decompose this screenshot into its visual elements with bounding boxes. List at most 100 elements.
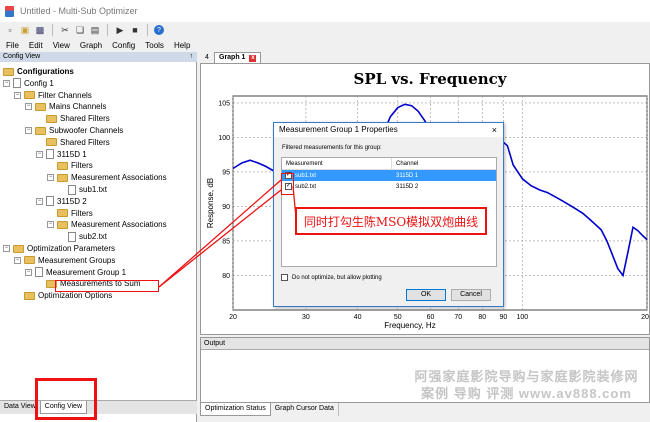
pin-icon[interactable]: ↑ [190,52,194,62]
y-tick-label: 80 [222,273,230,280]
tree-item[interactable]: − Measurement Group 1 [25,267,126,278]
document-icon [35,267,43,278]
tab-graph-1[interactable]: Graph 1 x [214,52,262,63]
menu-view[interactable]: View [53,41,70,50]
y-tick-label: 105 [218,100,230,107]
tree-item[interactable]: − Optimization Parameters [3,243,115,254]
expand-toggle-icon[interactable]: − [36,150,43,158]
ok-button[interactable]: OK [406,289,446,301]
x-tick-label: 200 [641,314,649,321]
toolbar: ▫ ▣ ▩ ✂ ❏ ▤ ▶ ■ ? [0,22,650,38]
x-tick-label: 20 [229,314,237,321]
copy-icon[interactable]: ❏ [74,24,86,36]
x-axis-label: Frequency, Hz [384,321,435,330]
measurement-name: sub1.txt [295,172,317,179]
expand-toggle-icon[interactable]: − [14,256,21,264]
column-measurement[interactable]: Measurement [282,158,392,169]
open-folder-icon[interactable]: ▣ [19,24,31,36]
tab-optimization-status[interactable]: Optimization Status [200,403,271,416]
folder-icon [35,126,46,135]
run-icon[interactable]: ▶ [114,24,126,36]
do-not-optimize-checkbox[interactable] [281,274,288,281]
tab-data-view[interactable]: Data View [0,401,40,414]
highlight-config-view-tab [35,378,97,420]
tree-item[interactable]: Configurations [3,66,74,77]
tree-item[interactable]: − 3115D 1 [36,149,87,160]
expand-toggle-icon[interactable]: − [25,268,32,276]
tab-scroll-arrow[interactable]: 4 [200,54,214,61]
tree-item[interactable]: − Subwoofer Channels [25,125,123,136]
do-not-optimize-option[interactable]: Do not optimize, but allow plotting [281,274,382,281]
close-icon[interactable]: x [249,54,257,62]
folder-icon [24,291,35,300]
folder-icon [57,161,68,170]
tree-item[interactable]: Shared Filters [36,113,110,124]
watermark-line-2: 案例 导购 评测 www.av888.com [421,386,632,401]
cut-icon[interactable]: ✂ [59,24,71,36]
x-tick-label: 40 [354,314,362,321]
paste-icon[interactable]: ▤ [89,24,101,36]
tree-item[interactable]: − 3115D 2 [36,196,87,207]
menu-edit[interactable]: Edit [29,41,43,50]
tree-item-label: Configurations [17,67,74,76]
cancel-button[interactable]: Cancel [451,289,491,301]
document-icon [46,196,54,207]
watermark-line-1: 阿强家庭影院导购与家庭影院装修网 [414,369,639,384]
tree-item[interactable]: − Measurement Groups [14,255,115,266]
expand-toggle-icon[interactable]: − [14,91,21,99]
tree-item[interactable]: − Mains Channels [25,101,106,112]
tree-item-label: Optimization Parameters [27,244,116,253]
expand-toggle-icon[interactable]: − [25,127,32,134]
tree-item[interactable]: Filters [47,208,93,219]
column-channel[interactable]: Channel [392,158,418,169]
tree-item[interactable]: sub2.txt [58,231,107,242]
graph-tab-strip: 4 Graph 1 x [200,52,650,63]
list-item[interactable]: ✓ sub2.txt 3115D 2 [282,181,496,192]
tab-graph-cursor-data[interactable]: Graph Cursor Data [271,403,339,416]
x-tick-label: 60 [427,314,435,321]
x-tick-label: 100 [517,314,529,321]
expand-toggle-icon[interactable]: − [3,245,10,252]
tree-item[interactable]: Shared Filters [36,137,110,148]
list-item[interactable]: ✓ sub1.txt 3115D 1 [282,170,496,181]
channel-name: 3115D 1 [396,172,419,179]
config-panel-tabs: Data View Config View [0,400,197,414]
title-bar: Untitled - Multi-Sub Optimizer [0,0,650,22]
folder-icon [46,114,57,123]
stop-icon[interactable]: ■ [129,24,141,36]
tree-item[interactable]: − Measurement Associations [47,219,167,230]
expand-toggle-icon[interactable]: − [36,197,43,205]
menu-config[interactable]: Config [112,41,135,50]
close-icon[interactable]: × [492,123,497,137]
menu-file[interactable]: File [6,41,19,50]
expand-toggle-icon[interactable]: − [3,79,10,87]
config-panel: Config View ↑ Configurations − Config 1− Fi… [0,52,197,422]
annotation-callout: 同时打勾生陈MSO模拟双炮曲线 [295,207,487,235]
tree-item-label: Filters [71,208,93,218]
tree-item-label: Measurement Group 1 [46,267,127,277]
help-icon[interactable]: ? [154,25,164,35]
tree-item-label: Shared Filters [60,137,110,147]
expand-toggle-icon[interactable]: − [47,221,54,229]
y-axis-label: Response, dB [206,178,215,228]
channel-name: 3115D 2 [396,183,419,190]
new-file-icon[interactable]: ▫ [4,24,16,36]
y-tick-label: 95 [222,169,230,176]
tree-item[interactable]: Filters [47,160,93,171]
tree-item-label: Filters [71,161,93,171]
menu-help[interactable]: Help [174,41,190,50]
folder-icon [57,220,68,229]
tree-item[interactable]: sub1.txt [58,184,107,195]
tree-item[interactable]: − Measurement Associations [47,172,167,183]
expand-toggle-icon[interactable]: − [25,103,32,111]
save-icon[interactable]: ▩ [34,24,46,36]
expand-toggle-icon[interactable]: − [47,174,54,182]
folder-icon [13,244,24,253]
menu-tools[interactable]: Tools [145,41,164,50]
menu-graph[interactable]: Graph [80,41,102,50]
dialog-title: Measurement Group 1 Properties [279,125,398,134]
app-icon [5,5,14,17]
tree-item[interactable]: − Config 1 [3,78,54,89]
highlight-checked-rows [281,173,294,195]
tree-item[interactable]: − Filter Channels [14,90,92,101]
